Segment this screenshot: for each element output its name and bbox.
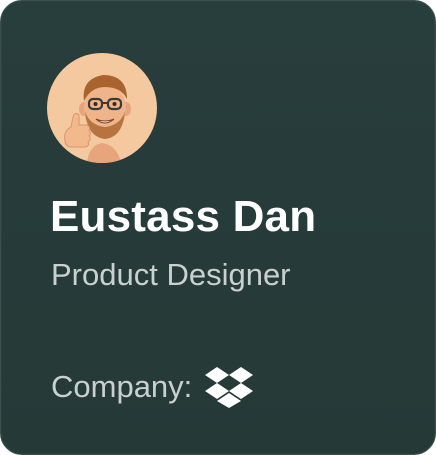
company-row: Company: [51, 365, 254, 409]
company-label: Company: [51, 369, 193, 404]
memoji-avatar-icon [64, 75, 131, 163]
dropbox-logo-icon [205, 367, 254, 408]
profile-job-title: Product Designer [51, 257, 291, 292]
profile-card: Eustass Dan Product Designer Company: [0, 0, 436, 455]
profile-name: Eustass Dan [50, 192, 317, 241]
avatar [47, 53, 157, 163]
